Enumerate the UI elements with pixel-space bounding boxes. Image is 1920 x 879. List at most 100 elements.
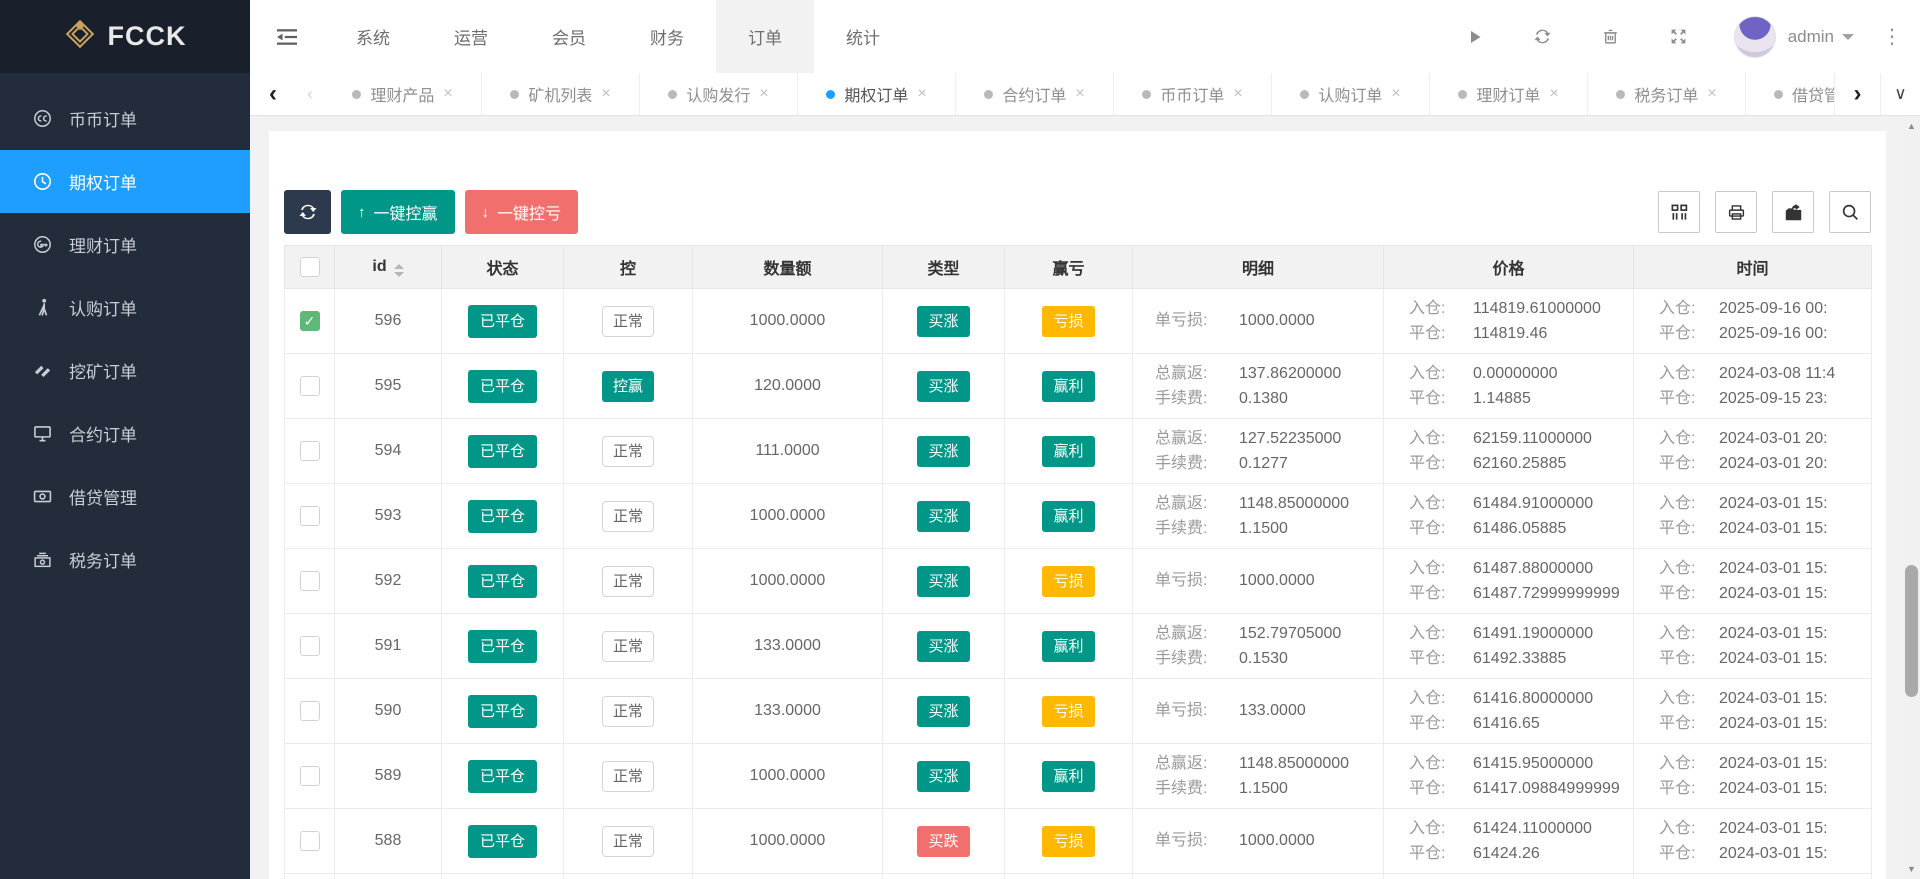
tab-close-icon[interactable]: × xyxy=(1233,85,1242,103)
user-avatar[interactable] xyxy=(1734,16,1776,58)
sidebar-item-币币订单[interactable]: 币币订单 xyxy=(0,87,250,150)
money-bill-icon xyxy=(30,487,54,506)
row-checkbox[interactable] xyxy=(300,441,320,461)
sidebar-item-借贷管理[interactable]: 借贷管理 xyxy=(0,465,250,528)
tab-币币订单[interactable]: 币币订单 × xyxy=(1114,73,1272,115)
row-checkbox[interactable] xyxy=(300,766,320,786)
column-header-id[interactable]: id xyxy=(335,246,442,289)
tabs-scroll-left-icon[interactable]: ‹ xyxy=(250,73,296,115)
tab-close-icon[interactable]: × xyxy=(1075,85,1084,103)
sidebar-item-理财订单[interactable]: 理财订单 xyxy=(0,213,250,276)
export-icon[interactable] xyxy=(1772,191,1814,233)
tab-理财产品[interactable]: 理财产品 × xyxy=(324,73,482,115)
cell-price: 入仓:0.00000000平仓:1.14885 xyxy=(1384,354,1634,419)
profit-loss-badge: 亏损 xyxy=(1042,566,1094,597)
tab-close-icon[interactable]: × xyxy=(917,85,926,103)
row-checkbox[interactable]: ✓ xyxy=(300,311,320,331)
tabs-dropdown-icon[interactable]: ∨ xyxy=(1880,73,1920,115)
play-icon[interactable] xyxy=(1464,26,1486,48)
sidebar-item-期权订单[interactable]: 期权订单 xyxy=(0,150,250,213)
row-checkbox[interactable] xyxy=(300,571,320,591)
topnav-item-会员[interactable]: 会员 xyxy=(520,0,618,73)
cell-quantity: 1000.0000 xyxy=(693,549,883,614)
tab-bar: ‹ ‹ 理财产品 × 矿机列表 × 认购发行 × 期权订单 × 合约订单 × 币… xyxy=(250,73,1920,116)
tab-dot-icon xyxy=(352,90,361,99)
tab-认购订单[interactable]: 认购订单 × xyxy=(1272,73,1430,115)
money-stack-icon xyxy=(30,550,54,569)
one-key-lose-button[interactable]: ↓ 一键控亏 xyxy=(465,190,579,234)
topnav-item-统计[interactable]: 统计 xyxy=(814,0,912,73)
cell-detail: 单亏损:1000.0000 xyxy=(1133,289,1384,354)
control-badge: 正常 xyxy=(602,631,654,662)
tab-认购发行[interactable]: 认购发行 × xyxy=(640,73,798,115)
topnav-item-订单[interactable]: 订单 xyxy=(716,0,814,73)
sidebar-item-挖矿订单[interactable]: 挖矿订单 xyxy=(0,339,250,402)
tab-dot-icon xyxy=(668,90,677,99)
cell-detail: 总赢返:137.86200000手续费:0.1380 xyxy=(1133,354,1384,419)
select-all-checkbox[interactable] xyxy=(300,257,320,277)
tab-close-icon[interactable]: × xyxy=(1549,85,1558,103)
profit-loss-badge: 赢利 xyxy=(1042,501,1094,532)
scroll-down-icon[interactable]: ▼ xyxy=(1903,861,1920,877)
cell-price: 入仓:62159.11000000平仓:62160.25885 xyxy=(1384,419,1634,484)
tab-close-icon[interactable]: × xyxy=(443,85,452,103)
columns-filter-icon[interactable] xyxy=(1658,191,1700,233)
topnav-item-系统[interactable]: 系统 xyxy=(324,0,422,73)
tab-理财订单[interactable]: 理财订单 × xyxy=(1430,73,1588,115)
topnav-item-财务[interactable]: 财务 xyxy=(618,0,716,73)
tab-close-icon[interactable]: × xyxy=(1707,85,1716,103)
control-badge: 正常 xyxy=(602,696,654,727)
username-label[interactable]: admin xyxy=(1788,27,1834,47)
scroll-up-icon[interactable]: ▲ xyxy=(1903,118,1920,134)
tab-close-icon[interactable]: × xyxy=(601,85,610,103)
header: FCCK 系统运营会员财务订单统计 xyxy=(0,0,1920,73)
sidebar-item-税务订单[interactable]: 税务订单 xyxy=(0,528,250,591)
sidebar-item-合约订单[interactable]: 合约订单 xyxy=(0,402,250,465)
trash-icon[interactable] xyxy=(1600,26,1622,48)
print-icon[interactable] xyxy=(1715,191,1757,233)
logo: FCCK xyxy=(0,0,250,73)
sidebar-item-认购订单[interactable]: 认购订单 xyxy=(0,276,250,339)
row-checkbox[interactable] xyxy=(300,831,320,851)
scrollbar-thumb[interactable] xyxy=(1905,565,1918,697)
cell-time: 入仓:2024-03-01 15:平仓:2024-03-01 15: xyxy=(1634,614,1872,679)
more-vertical-icon[interactable]: ⋮ xyxy=(1882,24,1902,49)
row-checkbox[interactable] xyxy=(300,701,320,721)
cell-id: 592 xyxy=(335,549,442,614)
fullscreen-icon[interactable] xyxy=(1668,26,1690,48)
sidebar-toggle-icon[interactable] xyxy=(250,0,324,73)
cell-quantity: 1000.0000 xyxy=(693,289,883,354)
cell-price: 入仓:61491.19000000平仓:61492.33885 xyxy=(1384,614,1634,679)
tab-矿机列表[interactable]: 矿机列表 × xyxy=(482,73,640,115)
one-key-win-button[interactable]: ↑ 一键控赢 xyxy=(341,190,455,234)
row-checkbox[interactable] xyxy=(300,506,320,526)
tab-dot-icon xyxy=(826,90,835,99)
status-badge: 已平仓 xyxy=(468,435,537,468)
sort-icon[interactable] xyxy=(394,264,404,277)
search-icon[interactable] xyxy=(1829,191,1871,233)
tab-借贷管理[interactable]: 借贷管理 xyxy=(1746,73,1834,115)
cell-quantity: 1000.0000 xyxy=(693,744,883,809)
tabs-scroll-left-faint-icon[interactable]: ‹ xyxy=(296,73,324,115)
vertical-scrollbar[interactable]: ▲ ▼ xyxy=(1903,116,1920,879)
cell-time: 入仓:2024-03-01 15: xyxy=(1634,874,1872,879)
tab-合约订单[interactable]: 合约订单 × xyxy=(956,73,1114,115)
table-row: 591 已平仓 正常 133.0000 买涨 赢利 总赢返:152.797050… xyxy=(285,614,1872,679)
cell-time: 入仓:2024-03-01 15:平仓:2024-03-01 15: xyxy=(1634,744,1872,809)
row-checkbox[interactable] xyxy=(300,376,320,396)
column-header-时间: 时间 xyxy=(1634,246,1872,289)
user-caret-down-icon[interactable] xyxy=(1842,34,1854,46)
topnav-item-运营[interactable]: 运营 xyxy=(422,0,520,73)
tab-期权订单[interactable]: 期权订单 × xyxy=(798,73,956,115)
refresh-table-button[interactable] xyxy=(284,190,331,234)
refresh-icon[interactable] xyxy=(1532,26,1554,48)
tab-close-icon[interactable]: × xyxy=(759,85,768,103)
tab-close-icon[interactable]: × xyxy=(1391,85,1400,103)
sidebar: 币币订单 期权订单 理财订单 认购订单 挖矿订单 合约订单 借贷管理 税务订单 xyxy=(0,73,250,879)
tab-税务订单[interactable]: 税务订单 × xyxy=(1588,73,1746,115)
profit-loss-badge: 亏损 xyxy=(1042,696,1094,727)
row-checkbox[interactable] xyxy=(300,636,320,656)
table-toolbar: ↑ 一键控赢 ↓ 一键控亏 xyxy=(284,190,1871,234)
header-right: admin ⋮ xyxy=(1418,0,1920,73)
tabs-scroll-right-icon[interactable]: › xyxy=(1834,73,1880,115)
